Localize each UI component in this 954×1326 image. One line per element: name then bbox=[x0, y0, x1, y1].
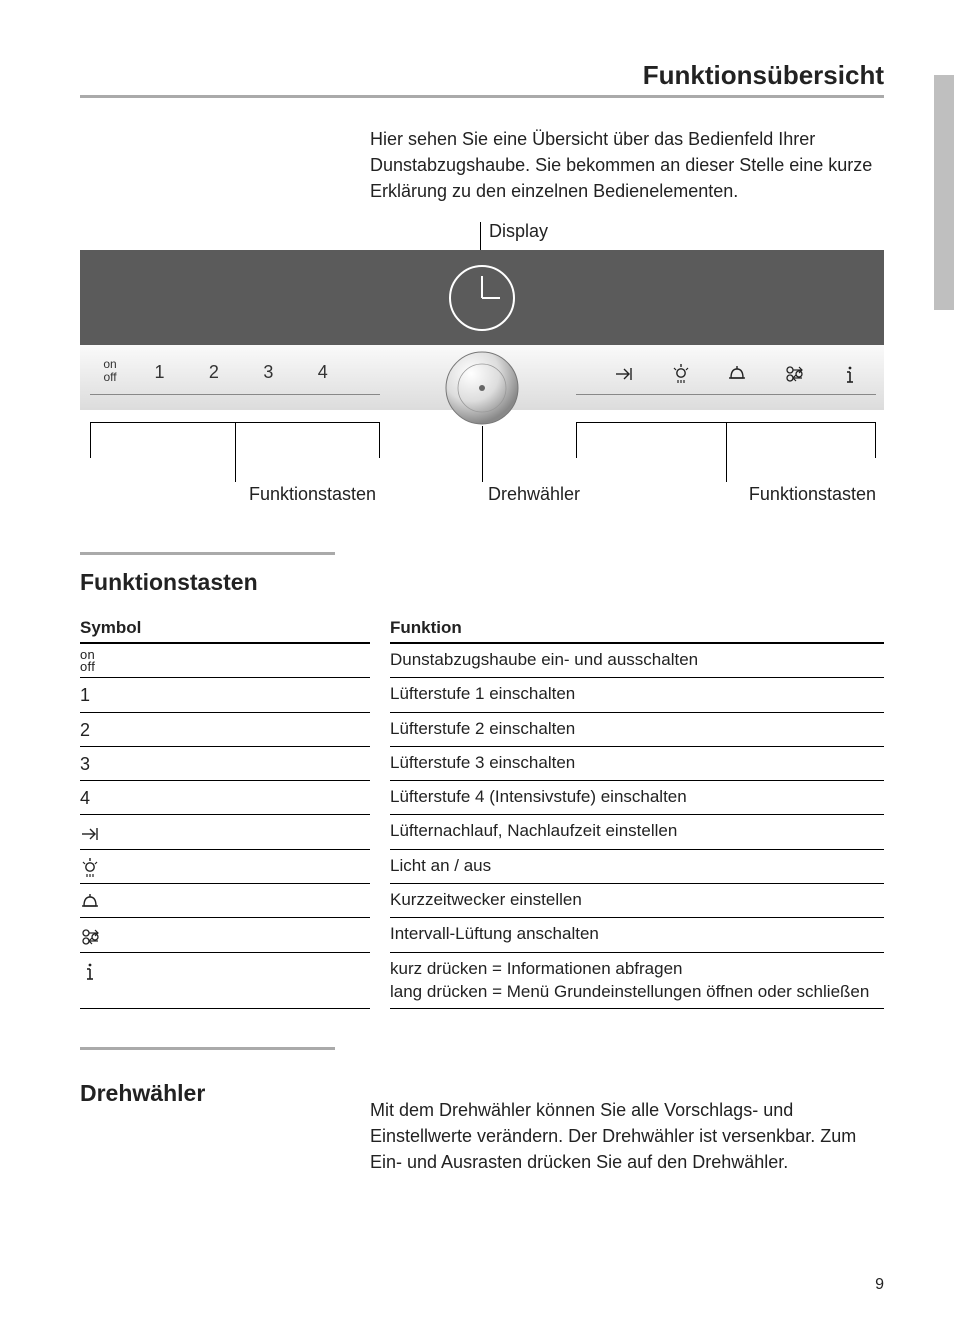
table-row-funktion: Lüfterstufe 4 (Intensivstufe) einschalte… bbox=[390, 781, 884, 815]
section-divider-funktionstasten bbox=[80, 552, 335, 555]
diagram-icon-interval bbox=[768, 352, 820, 392]
light-icon bbox=[80, 858, 100, 878]
section-divider-drehwahler bbox=[80, 1047, 335, 1050]
info-icon bbox=[80, 961, 100, 981]
table-row-symbol: 1 bbox=[80, 678, 370, 712]
table-row-symbol: onoff bbox=[80, 644, 370, 678]
table-row-symbol bbox=[80, 815, 370, 849]
table-row-symbol: 2 bbox=[80, 713, 370, 747]
diagram-btn-3: 3 bbox=[243, 352, 293, 392]
diagram-btn-4: 4 bbox=[298, 352, 348, 392]
table-row-funktion: Kurzzeitwecker einstellen bbox=[390, 884, 884, 918]
onoff-top: on bbox=[103, 357, 116, 371]
table-row-funktion: Lüfterstufe 2 einschalten bbox=[390, 713, 884, 747]
arrow-right-stop-icon bbox=[80, 824, 100, 844]
drehwahler-text: Mit dem Drehwähler können Sie alle Vorsc… bbox=[370, 1097, 884, 1175]
table-row-symbol bbox=[80, 884, 370, 918]
table-row-symbol: 3 bbox=[80, 747, 370, 781]
table-row-funktion: Intervall-Lüftung anschalten bbox=[390, 918, 884, 952]
table-row-funktion: Lüfterstufe 1 einschalten bbox=[390, 678, 884, 712]
diagram-line-right bbox=[576, 394, 876, 395]
table-row-symbol bbox=[80, 953, 370, 1009]
table-row-funktion: kurz drücken = Informationen abfragen la… bbox=[390, 953, 884, 1009]
page-title: Funktionsübersicht bbox=[80, 60, 884, 98]
brace-left bbox=[90, 422, 380, 482]
diagram-icon-light bbox=[655, 352, 707, 392]
brace-right bbox=[576, 422, 876, 482]
diagram-icon-info bbox=[824, 352, 876, 392]
th-symbol: Symbol bbox=[80, 614, 370, 644]
table-row-funktion: Lüfternachlauf, Nachlaufzeit einstellen bbox=[390, 815, 884, 849]
label-drehwahler: Drehwähler bbox=[488, 484, 580, 505]
page-number: 9 bbox=[875, 1276, 884, 1294]
control-panel-diagram: Display on off 1 2 3 4 bbox=[80, 222, 884, 522]
th-funktion: Funktion bbox=[390, 614, 884, 644]
function-table: Symbol Funktion onoff Dunstabzugshaube ei… bbox=[80, 614, 884, 1008]
diagram-btn-1: 1 bbox=[134, 352, 184, 392]
diagram-btn-onoff: on off bbox=[90, 352, 130, 392]
diagram-icon-arrow bbox=[598, 352, 650, 392]
label-funktionstasten-left: Funktionstasten bbox=[242, 484, 376, 505]
dial-pointer-line bbox=[482, 426, 483, 482]
intro-text: Hier sehen Sie eine Übersicht über das B… bbox=[370, 126, 884, 204]
bell-icon bbox=[80, 892, 100, 912]
table-row-symbol: 4 bbox=[80, 781, 370, 815]
table-row-symbol bbox=[80, 850, 370, 884]
label-funktionstasten-right: Funktionstasten bbox=[749, 484, 876, 505]
table-row-funktion: Licht an / aus bbox=[390, 850, 884, 884]
table-row-funktion: Dunstabzugshaube ein- und ausschalten bbox=[390, 644, 884, 678]
onoff-bottom: off bbox=[103, 370, 116, 384]
clock-icon bbox=[448, 264, 516, 332]
diagram-btn-2: 2 bbox=[189, 352, 239, 392]
diagram-line-left bbox=[90, 394, 380, 395]
interval-icon bbox=[80, 927, 100, 947]
dial-icon bbox=[444, 350, 520, 426]
table-row-funktion: Lüfterstufe 3 einschalten bbox=[390, 747, 884, 781]
table-row-symbol bbox=[80, 918, 370, 952]
diagram-icon-bell bbox=[711, 352, 763, 392]
heading-funktionstasten: Funktionstasten bbox=[80, 569, 884, 596]
